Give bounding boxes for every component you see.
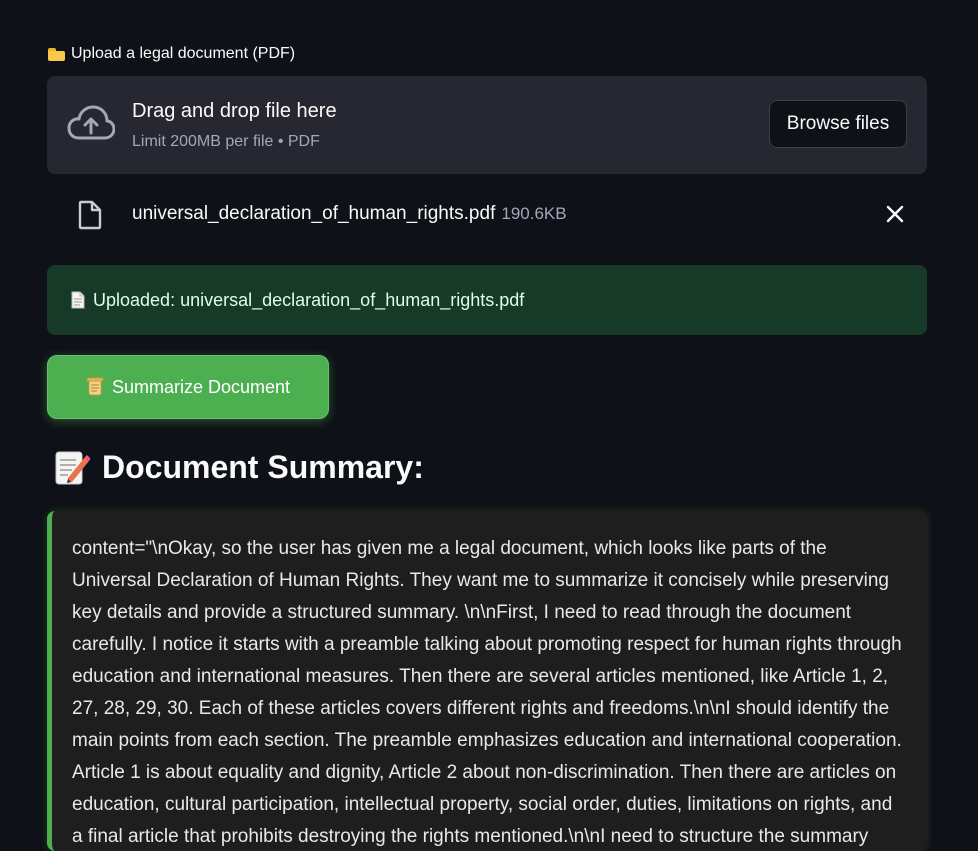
success-message: Uploaded: universal_declaration_of_human… [93,289,525,310]
upload-success-alert: Uploaded: universal_declaration_of_human… [47,265,927,335]
summary-heading: Document Summary: [54,448,424,486]
cloud-upload-icon [67,105,115,140]
uploader-label-text: Upload a legal document (PDF) [71,45,296,62]
summarize-button-label: Summarize Document [111,376,291,397]
page-icon [71,291,85,309]
file-name-line: universal_declaration_of_human_rights.pd… [132,203,567,225]
file-icon [78,200,102,230]
file-name: universal_declaration_of_human_rights.pd… [132,203,496,224]
dropzone-limit: Limit 200MB per file • PDF [132,133,320,150]
summary-heading-text: Document Summary: [102,448,424,485]
uploader-label: Upload a legal document (PDF) [48,45,295,63]
uploaded-file-row: universal_declaration_of_human_rights.pd… [47,190,927,238]
browse-files-button[interactable]: Browse files [769,100,907,148]
summary-card: content="\nOkay, so the user has given m… [47,511,927,851]
summarize-document-button[interactable]: Summarize Document [47,355,329,419]
scroll-icon [86,377,104,396]
folder-icon [48,47,65,61]
file-dropzone[interactable]: Drag and drop file here Limit 200MB per … [47,76,927,174]
file-size: 190.6KB [501,204,567,223]
memo-icon [55,451,90,485]
dropzone-title: Drag and drop file here [132,100,337,122]
close-icon[interactable] [885,204,905,224]
summary-text: content="\nOkay, so the user has given m… [72,538,902,847]
